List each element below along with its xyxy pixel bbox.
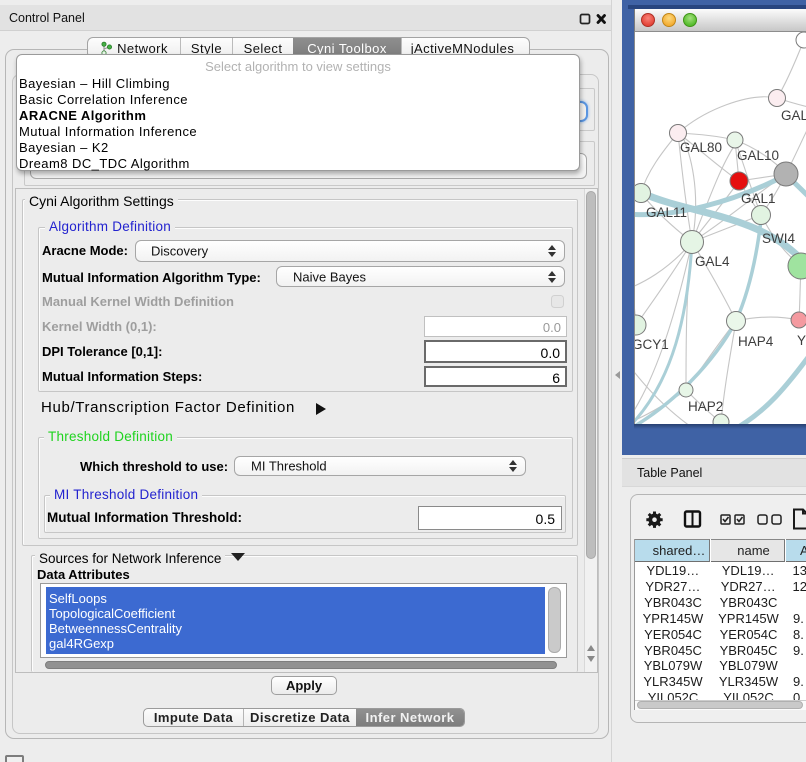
svg-text:HAP4: HAP4 (738, 334, 774, 349)
svg-text:GAL11: GAL11 (646, 205, 687, 220)
svg-text:GAL10: GAL10 (737, 148, 779, 163)
svg-text:SWI4: SWI4 (762, 231, 795, 246)
svg-text:GAL80: GAL80 (680, 140, 722, 155)
svg-text:Y: Y (797, 333, 806, 348)
svg-text:HAP2: HAP2 (688, 399, 723, 414)
svg-text:GAL4: GAL4 (695, 254, 730, 269)
svg-text:GAL1: GAL1 (741, 191, 776, 206)
svg-text:GAL: GAL (781, 108, 806, 123)
svg-text:GCY1: GCY1 (634, 337, 669, 352)
